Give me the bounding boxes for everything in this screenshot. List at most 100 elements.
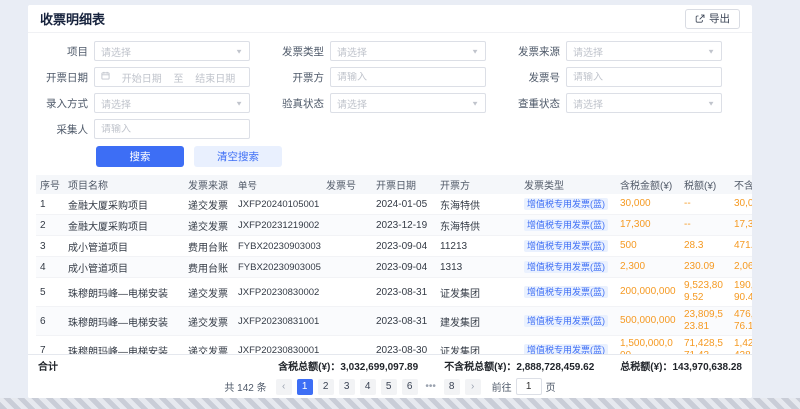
cell-net: 17,300 <box>730 217 752 233</box>
pager-page-5[interactable]: 5 <box>381 379 397 395</box>
chevron-down-icon: ▼ <box>707 47 715 54</box>
collector-input-wrap <box>94 119 250 139</box>
filter-invoice-type-label: 发票类型 <box>266 44 330 59</box>
column-header: 开票日期 <box>372 177 436 192</box>
cell-project: 珠穆朗玛峰—电梯安装 <box>64 283 184 302</box>
cell-amount: 200,000,000 <box>616 284 680 300</box>
invoice-type-tag: 增值税专用发票(蓝) <box>524 286 608 298</box>
cell-date: 2024-01-05 <box>372 197 436 212</box>
cell-invoice_no <box>322 290 372 294</box>
cell-issuer: 证发集团 <box>436 341 520 355</box>
cell-no: 6 <box>36 314 64 329</box>
table-row[interactable]: 3成小管道项目费用台账FYBX202309030032023-09-041121… <box>36 236 752 257</box>
chevron-down-icon: ▼ <box>707 99 715 106</box>
pager-page-3[interactable]: 3 <box>339 379 355 395</box>
filter-collector: 采集人 <box>30 119 250 139</box>
pager-page-1[interactable]: 1 <box>297 379 313 395</box>
pager-page-2[interactable]: 2 <box>318 379 334 395</box>
search-button[interactable]: 搜索 <box>96 146 184 167</box>
cell-tax: 28.3 <box>680 238 730 254</box>
goto-prefix: 前往 <box>492 379 512 394</box>
pager-pages: 123456 ••• 8 <box>297 379 460 395</box>
pager-page-4[interactable]: 4 <box>360 379 376 395</box>
table-row[interactable]: 7珠穆朗玛峰—电梯安装递交发票JXFP202308300012023-08-30… <box>36 336 752 354</box>
column-header: 发票类型 <box>520 177 616 192</box>
date-separator: 至 <box>174 70 184 85</box>
cell-source: 费用台账 <box>184 258 234 277</box>
cell-type: 增值税专用发票(蓝) <box>520 217 616 233</box>
filter-invoice-source-label: 发票来源 <box>502 44 566 59</box>
cell-tax: 230.09 <box>680 259 730 275</box>
invoice-type-tag: 增值税专用发票(蓝) <box>524 261 608 273</box>
column-header: 开票方 <box>436 177 520 192</box>
export-button-label: 导出 <box>709 11 730 26</box>
invoice-date-range-picker[interactable]: 开始日期 至 结束日期 <box>94 67 250 87</box>
cell-project: 金融大厦采购项目 <box>64 216 184 235</box>
filter-project: 项目 请选择 ▼ <box>30 41 250 61</box>
invoice-no-input[interactable] <box>573 72 715 83</box>
pager-next-button[interactable]: › <box>465 379 481 395</box>
chevron-down-icon: ▼ <box>235 47 243 54</box>
invoice-type-tag: 增值税专用发票(蓝) <box>524 315 608 327</box>
recheck-status-select[interactable]: 请选择 ▼ <box>566 93 722 113</box>
calendar-icon <box>101 71 110 83</box>
cell-net: 476,190,476.19 <box>730 307 752 335</box>
pager-page-6[interactable]: 6 <box>402 379 418 395</box>
cell-net: 1,428,571,428.57 <box>730 336 752 354</box>
chevron-down-icon: ▼ <box>235 99 243 106</box>
filter-verify-status: 验真状态 请选择 ▼ <box>266 93 486 113</box>
cell-no: 2 <box>36 218 64 233</box>
invoice-type-tag: 增值税专用发票(蓝) <box>524 219 608 231</box>
pager-prev-button[interactable]: ‹ <box>276 379 292 395</box>
cell-project: 珠穆朗玛峰—电梯安装 <box>64 312 184 331</box>
cell-date: 2023-09-04 <box>372 260 436 275</box>
cell-tax: 9,523,809.52 <box>680 278 730 306</box>
cell-date: 2023-12-19 <box>372 218 436 233</box>
goto-page-input[interactable] <box>516 378 542 395</box>
cell-source: 递交发票 <box>184 312 234 331</box>
table-row[interactable]: 4成小管道项目费用台账FYBX202309030052023-09-041313… <box>36 257 752 278</box>
issuer-input[interactable] <box>337 72 479 83</box>
project-select[interactable]: 请选择 ▼ <box>94 41 250 61</box>
table-row[interactable]: 1金融大厦采购项目递交发票JXFP202401050012024-01-05东海… <box>36 194 752 215</box>
table-header-row: 序号项目名称发票来源单号发票号开票日期开票方发票类型含税金额(¥)税额(¥)不含… <box>36 175 752 194</box>
cell-order_no: JXFP20230830002 <box>234 285 322 300</box>
summary-items: 含税总额(¥)：3,032,699,097.89不含税总额(¥)：2,888,7… <box>278 358 742 373</box>
cell-amount: 17,300 <box>616 217 680 233</box>
pager-page-8[interactable]: 8 <box>444 379 460 395</box>
cell-no: 4 <box>36 260 64 275</box>
cell-no: 7 <box>36 343 64 355</box>
invoice-type-select[interactable]: 请选择 ▼ <box>330 41 486 61</box>
table-row[interactable]: 2金融大厦采购项目递交发票JXFP202312190022023-12-19东海… <box>36 215 752 236</box>
verify-status-select[interactable]: 请选择 ▼ <box>330 93 486 113</box>
verify-status-select-placeholder: 请选择 <box>337 96 367 111</box>
cell-order_no: JXFP20240105001 <box>234 197 322 212</box>
clear-search-button[interactable]: 清空搜索 <box>194 146 282 167</box>
entry-method-select[interactable]: 请选择 ▼ <box>94 93 250 113</box>
cell-date: 2023-08-31 <box>372 314 436 329</box>
table-row[interactable]: 6珠穆朗玛峰—电梯安装递交发票JXFP202308310012023-08-31… <box>36 307 752 336</box>
cell-type: 增值税专用发票(蓝) <box>520 196 616 212</box>
goto-suffix: 页 <box>546 379 556 394</box>
filter-invoice-date: 开票日期 开始日期 至 结束日期 <box>30 67 250 87</box>
date-start-placeholder: 开始日期 <box>114 70 170 85</box>
filter-entry-method: 录入方式 请选择 ▼ <box>30 93 250 113</box>
invoice-table: 序号项目名称发票来源单号发票号开票日期开票方发票类型含税金额(¥)税额(¥)不含… <box>28 175 752 354</box>
filter-invoice-date-label: 开票日期 <box>30 70 94 85</box>
cell-type: 增值税专用发票(蓝) <box>520 342 616 354</box>
collector-input[interactable] <box>101 124 243 135</box>
table-row[interactable]: 5珠穆朗玛峰—电梯安装递交发票JXFP202308300022023-08-31… <box>36 278 752 307</box>
project-select-placeholder: 请选择 <box>101 44 131 59</box>
cell-no: 5 <box>36 285 64 300</box>
pager-ellipsis[interactable]: ••• <box>423 379 439 395</box>
cell-net: 471.7 <box>730 238 752 254</box>
invoice-source-select[interactable]: 请选择 ▼ <box>566 41 722 61</box>
cell-project: 金融大厦采购项目 <box>64 195 184 214</box>
cell-net: 30,000 <box>730 196 752 212</box>
cell-net: 190,476,190.48 <box>730 278 752 306</box>
invoice-no-input-wrap <box>566 67 722 87</box>
cell-invoice_no <box>322 265 372 269</box>
cell-issuer: 1313 <box>436 260 520 275</box>
cell-invoice_no <box>322 348 372 352</box>
export-button[interactable]: 导出 <box>685 9 740 29</box>
